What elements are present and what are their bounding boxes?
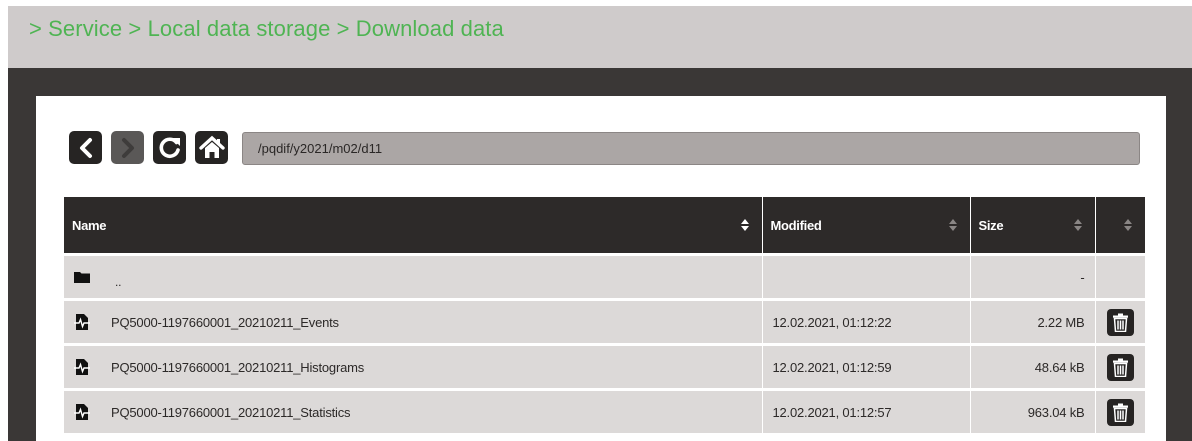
home-icon	[198, 135, 225, 158]
file-name: PQ5000-1197660001_20210211_Events	[111, 314, 339, 330]
table-header-row: Name Modified Size	[64, 197, 1145, 255]
table-row[interactable]: PQ5000-1197660001_20210211_Statistics 12…	[64, 388, 1145, 433]
sort-icon	[948, 219, 957, 231]
name-cell[interactable]: ..	[64, 253, 763, 300]
delete-button[interactable]	[1106, 353, 1134, 381]
table-row[interactable]: PQ5000-1197660001_20210211_Events 12.02.…	[64, 298, 1145, 345]
chevron-right-icon	[121, 137, 134, 158]
column-header-label: Name	[72, 217, 107, 233]
breadcrumb: > Service > Local data storage > Downloa…	[29, 16, 504, 41]
file-name: PQ5000-1197660001_20210211_Statistics	[111, 404, 351, 420]
refresh-button[interactable]	[153, 131, 186, 164]
file-link[interactable]: PQ5000-1197660001_20210211_Statistics	[64, 403, 762, 421]
table-row[interactable]: PQ5000-1197660001_20210211_Histograms 12…	[64, 343, 1145, 390]
delete-button[interactable]	[1106, 398, 1134, 426]
trash-icon	[1112, 358, 1128, 377]
file-name: ..	[115, 275, 122, 289]
sort-icon	[740, 219, 749, 231]
refresh-icon	[159, 136, 180, 158]
action-cell	[1095, 343, 1145, 390]
column-header-label: Size	[978, 217, 1004, 233]
size-cell: 2.22 MB	[970, 298, 1096, 345]
modified-cell	[762, 253, 971, 300]
home-button[interactable]	[195, 131, 228, 164]
action-cell	[1095, 253, 1145, 300]
delete-button[interactable]	[1106, 308, 1134, 336]
file-link[interactable]: PQ5000-1197660001_20210211_Events	[64, 313, 762, 331]
back-button[interactable]	[69, 131, 102, 164]
action-cell	[1095, 388, 1145, 433]
column-header-label: Modified	[770, 217, 822, 233]
name-cell[interactable]: PQ5000-1197660001_20210211_Histograms	[64, 343, 763, 390]
file-table: Name Modified Size .. - PQ5000-119766000…	[64, 197, 1145, 433]
parent-directory-link[interactable]: ..	[64, 268, 762, 289]
modified-cell: 12.02.2021, 01:12:59	[762, 343, 971, 390]
sort-icon	[1073, 219, 1082, 231]
file-name: PQ5000-1197660001_20210211_Histograms	[111, 359, 365, 375]
path-input[interactable]	[242, 132, 1140, 165]
sort-icon	[1124, 219, 1132, 231]
header-bar: > Service > Local data storage > Downloa…	[8, 6, 1192, 68]
size-cell: 963.04 kB	[970, 388, 1096, 433]
chevron-left-icon	[79, 137, 92, 158]
action-cell	[1095, 298, 1145, 345]
file-icon	[74, 404, 90, 420]
column-header-size[interactable]: Size	[970, 197, 1096, 255]
forward-button[interactable]	[111, 131, 144, 164]
column-header-modified[interactable]: Modified	[762, 197, 971, 255]
file-icon	[74, 359, 90, 375]
size-cell: -	[970, 253, 1096, 300]
table-row-parent-directory[interactable]: .. -	[64, 253, 1145, 300]
size-cell: 48.64 kB	[970, 343, 1096, 390]
file-icon	[74, 314, 90, 330]
modified-cell: 12.02.2021, 01:12:22	[762, 298, 971, 345]
column-header-name[interactable]: Name	[64, 197, 763, 255]
file-link[interactable]: PQ5000-1197660001_20210211_Histograms	[64, 358, 762, 376]
name-cell[interactable]: PQ5000-1197660001_20210211_Events	[64, 298, 763, 345]
modified-cell: 12.02.2021, 01:12:57	[762, 388, 971, 433]
trash-icon	[1112, 313, 1128, 332]
folder-icon	[74, 272, 90, 283]
trash-icon	[1112, 403, 1128, 422]
page: > Service > Local data storage > Downloa…	[0, 0, 1192, 441]
column-header-actions[interactable]	[1095, 197, 1145, 255]
name-cell[interactable]: PQ5000-1197660001_20210211_Statistics	[64, 388, 763, 433]
